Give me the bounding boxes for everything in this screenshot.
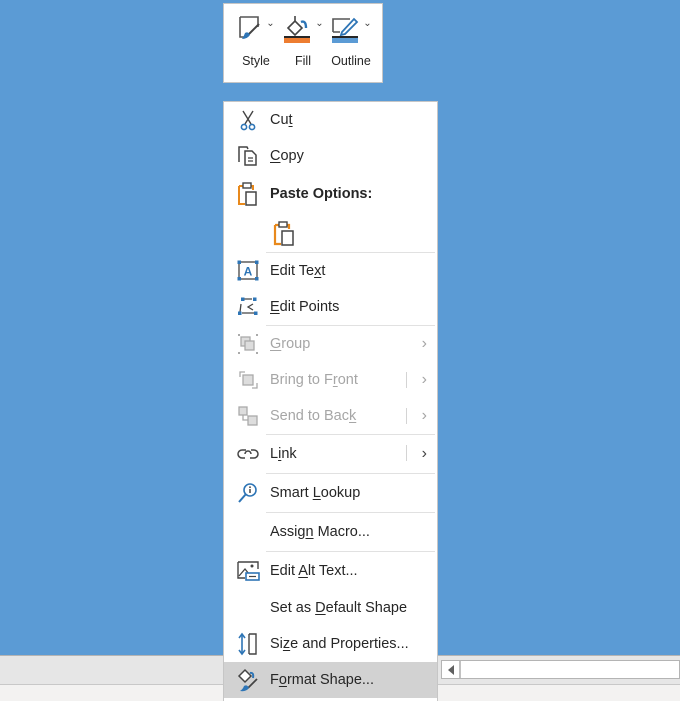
menu-header-paste-options: Paste Options: — [224, 174, 437, 214]
paste-icon — [238, 182, 257, 206]
chevron-down-icon: ⌄ — [315, 18, 324, 29]
menu-item-copy[interactable]: Copy — [224, 138, 437, 174]
menu-item-group: Group › — [224, 326, 437, 362]
menu-item-smart-lookup[interactable]: Smart Lookup — [224, 474, 437, 512]
chevron-right-icon: › — [421, 407, 427, 424]
chevron-right-icon: › — [421, 335, 427, 352]
paste-option-keep-formatting[interactable] — [224, 214, 437, 252]
chevron-right-icon: › — [421, 371, 427, 388]
menu-item-edit-points[interactable]: Edit Points — [224, 289, 437, 325]
scroll-left-button[interactable] — [442, 661, 461, 678]
edit-points-icon — [238, 297, 258, 315]
menu-item-label: Send to Back — [270, 408, 357, 424]
menu-item-label: Edit Points — [270, 299, 340, 315]
horizontal-scrollbar[interactable] — [441, 660, 680, 679]
smart-lookup-icon — [238, 483, 257, 503]
group-icon — [238, 334, 258, 354]
outline-button[interactable]: ⌄ Outline — [328, 14, 374, 82]
menu-item-label: Edit Alt Text... — [270, 563, 358, 579]
fill-label: Fill — [295, 54, 311, 68]
menu-item-edit-text[interactable]: A Edit Text — [224, 253, 437, 289]
mini-toolbar: ⌄ Style ⌄ Fill ⌄ Outline — [223, 3, 383, 83]
submenu-divider — [406, 445, 407, 461]
bring-to-front-icon — [239, 371, 258, 389]
menu-item-format-shape[interactable]: Format Shape... — [224, 662, 437, 698]
pen-outline-icon — [332, 17, 359, 43]
paint-bucket-icon — [284, 16, 311, 43]
alt-text-icon — [237, 561, 260, 581]
menu-item-size-and-properties[interactable]: Size and Properties... — [224, 626, 437, 662]
shape-style-icon — [239, 16, 261, 39]
paste-keep-formatting-icon — [273, 221, 294, 246]
menu-item-assign-macro[interactable]: Assign Macro... — [224, 513, 437, 551]
menu-item-label: Format Shape... — [270, 672, 374, 688]
context-menu: Cut Copy Paste Options: A Edit Text Edit… — [223, 101, 438, 701]
submenu-divider — [406, 372, 407, 388]
format-shape-icon — [237, 668, 258, 692]
menu-item-label: Cut — [270, 112, 293, 128]
menu-item-link[interactable]: Link › — [224, 435, 437, 473]
link-icon — [237, 449, 259, 459]
chevron-down-icon: ⌄ — [363, 18, 372, 29]
scissors-icon — [240, 110, 256, 131]
menu-item-send-to-back: Send to Back › — [224, 398, 437, 434]
menu-item-label: Set as Default Shape — [270, 600, 408, 616]
submenu-divider — [406, 408, 407, 424]
outline-label: Outline — [331, 54, 371, 68]
menu-item-set-default-shape[interactable]: Set as Default Shape — [224, 590, 437, 626]
send-to-back-icon — [238, 406, 258, 426]
fill-button[interactable]: ⌄ Fill — [282, 14, 324, 82]
menu-header-label: Paste Options: — [270, 186, 373, 202]
menu-item-edit-alt-text[interactable]: Edit Alt Text... — [224, 552, 437, 590]
menu-item-label: Link — [270, 446, 297, 462]
size-properties-icon — [238, 632, 257, 656]
menu-item-label: Group — [270, 336, 311, 352]
style-label: Style — [242, 54, 270, 68]
menu-item-label: Assign Macro... — [270, 524, 370, 540]
menu-item-label: Smart Lookup — [270, 485, 361, 501]
menu-item-label: Copy — [270, 148, 304, 164]
chevron-right-icon[interactable]: › — [422, 445, 427, 463]
copy-icon — [238, 146, 257, 166]
svg-text:A: A — [244, 265, 253, 279]
arrow-left-icon — [447, 664, 454, 675]
menu-item-label: Edit Text — [270, 263, 326, 279]
menu-item-label: Size and Properties... — [270, 636, 409, 652]
edit-text-icon: A — [237, 260, 259, 281]
menu-item-bring-to-front: Bring to Front › — [224, 362, 437, 398]
chevron-down-icon: ⌄ — [266, 18, 275, 29]
menu-item-cut[interactable]: Cut — [224, 102, 437, 138]
menu-item-label: Bring to Front — [270, 372, 358, 388]
style-button[interactable]: ⌄ Style — [234, 14, 278, 82]
